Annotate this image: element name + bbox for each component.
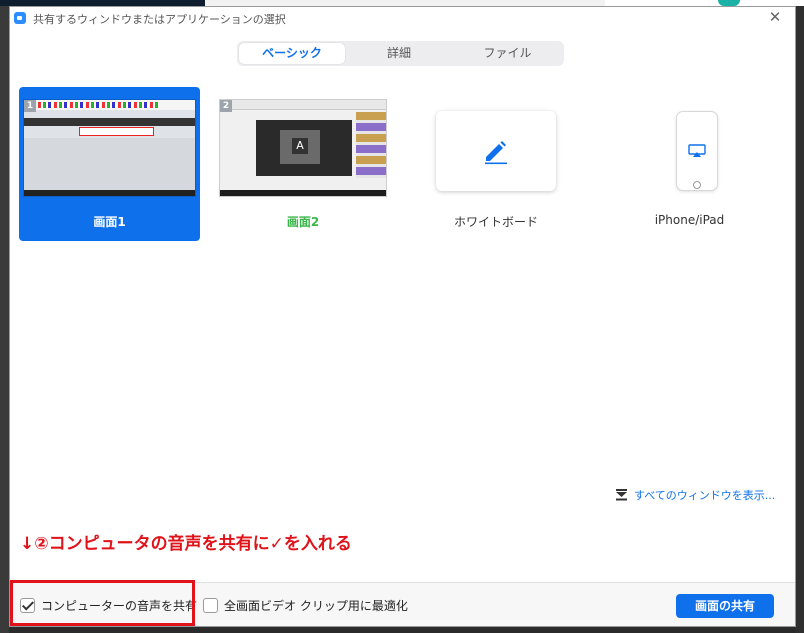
share-screen-button[interactable]: 画面の共有: [676, 594, 774, 618]
desktop-left-edge: [0, 6, 9, 633]
share-option-screen-2[interactable]: A 2 画面2: [215, 87, 391, 241]
screen-1-thumbnail: 1: [23, 99, 196, 197]
tab-bar: ベーシック 詳細 ファイル: [237, 41, 564, 66]
share-option-label: 画面1: [93, 215, 126, 229]
thumbnail-overlay-letter: A: [292, 138, 308, 154]
share-option-label: 画面2: [286, 215, 320, 229]
phone-illustration: [676, 111, 718, 191]
highlight-box: [10, 580, 195, 626]
tab-advanced[interactable]: 詳細: [347, 43, 451, 64]
airplay-icon: [688, 144, 706, 157]
share-dialog: 共有するウィンドウまたはアプリケーションの選択 ✕ ベーシック 詳細 ファイル …: [9, 6, 796, 627]
show-all-windows-link[interactable]: すべてのウィンドウを表示...: [615, 487, 775, 503]
zoom-camera-icon: [14, 12, 26, 24]
share-option-label: iPhone/iPad: [654, 213, 725, 227]
share-option-screen-1[interactable]: 1 画面1: [19, 87, 200, 241]
desktop-right-edge: [796, 6, 804, 633]
pencil-icon: [485, 141, 507, 165]
share-option-label: ホワイトボード: [453, 215, 538, 229]
screen-number-badge: 1: [24, 100, 36, 112]
optimize-video-checkbox[interactable]: 全画面ビデオ クリップ用に最適化: [203, 596, 408, 614]
tab-files[interactable]: ファイル: [453, 43, 562, 64]
whiteboard-card: [436, 111, 556, 191]
expand-down-icon: [616, 489, 627, 501]
share-option-iphone-ipad[interactable]: iPhone/iPad: [612, 87, 767, 241]
annotation-instruction: ↓②コンピュータの音声を共有に✓を入れる: [20, 534, 352, 554]
checkbox-unchecked-icon[interactable]: [203, 597, 218, 613]
close-icon[interactable]: ✕: [767, 9, 783, 25]
window-title: 共有するウィンドウまたはアプリケーションの選択: [33, 13, 286, 26]
title-bar: 共有するウィンドウまたはアプリケーションの選択 ✕: [10, 7, 795, 29]
show-all-windows-label: すべてのウィンドウを表示...: [634, 489, 776, 502]
screen-2-thumbnail: A 2: [219, 99, 387, 197]
screen-number-badge: 2: [220, 100, 232, 112]
share-option-whiteboard[interactable]: ホワイトボード: [416, 87, 576, 241]
home-button-icon: [693, 181, 701, 189]
tab-basic[interactable]: ベーシック: [239, 43, 345, 64]
optimize-video-label: 全画面ビデオ クリップ用に最適化: [224, 598, 408, 613]
